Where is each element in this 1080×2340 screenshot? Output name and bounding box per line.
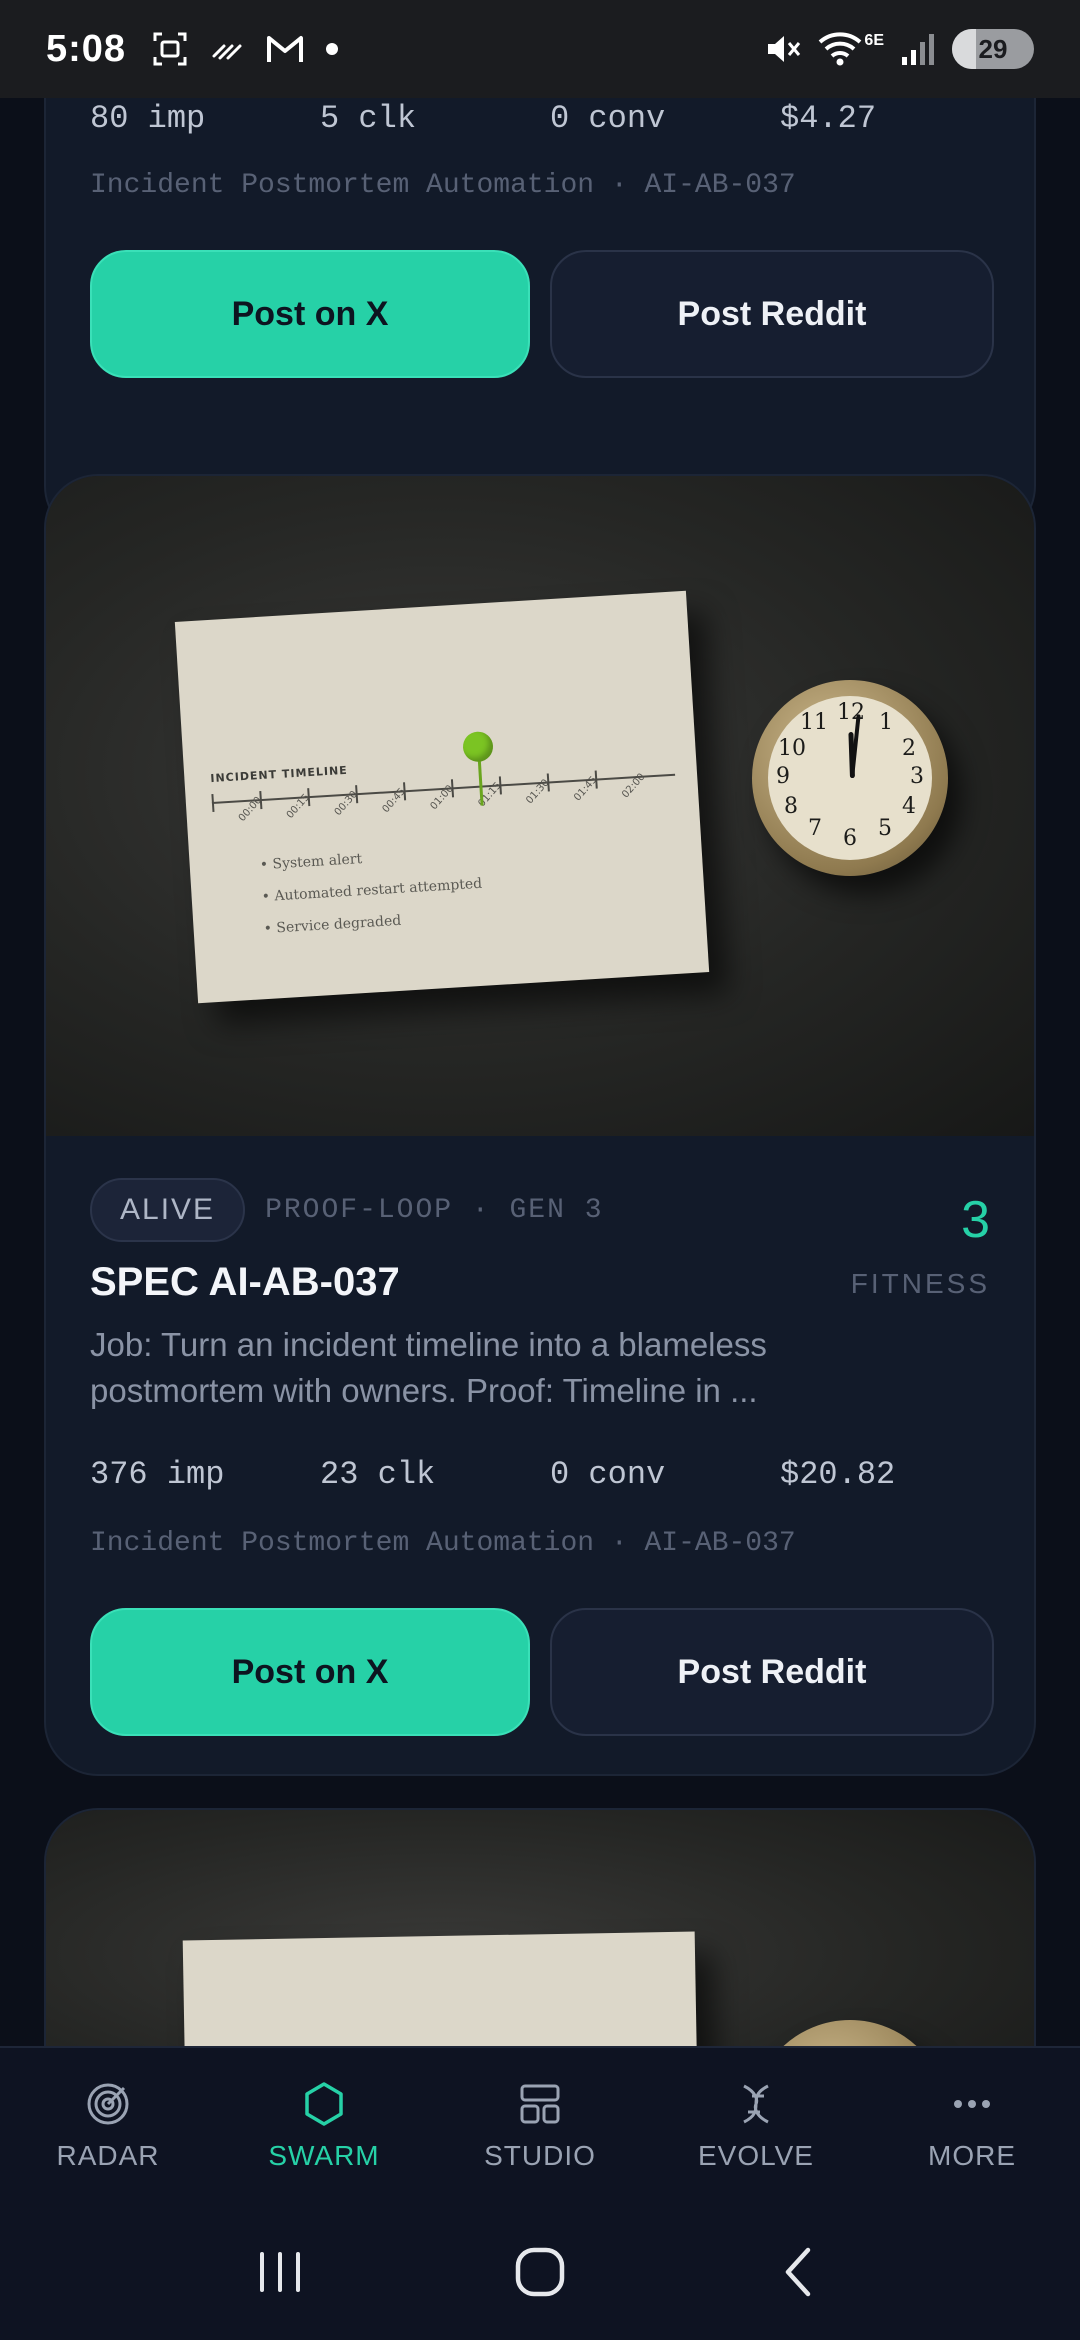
notification-dot <box>326 43 339 55</box>
description-line: Job: Turn an incident timeline into a bl… <box>90 1326 767 1363</box>
tick-label: 02:00 <box>620 771 648 801</box>
fitness-label: FITNESS <box>850 1268 990 1299</box>
impressions-stat: 376 imp <box>90 1456 225 1493</box>
clock-number: 6 <box>843 826 857 851</box>
bottom-nav: RADAR SWARM STUDIO EVOLVE MORE <box>0 2046 1080 2204</box>
status-time: 5:08 <box>46 27 127 70</box>
nav-swarm[interactable]: SWARM <box>216 2048 432 2204</box>
clock-number: 8 <box>784 794 798 819</box>
wifi-icon <box>819 32 862 66</box>
clock-number: 7 <box>808 816 822 841</box>
clock-face: 12 1 2 3 4 5 6 7 8 9 10 11 <box>768 696 932 860</box>
card-title: SPEC AI-AB-037 <box>90 1260 400 1304</box>
clicks-stat: 5 clk <box>320 100 417 137</box>
card-meta: PROOF-LOOP · GEN 3 <box>265 1194 604 1226</box>
gmail-icon <box>267 36 304 62</box>
post-reddit-button[interactable]: Post Reddit <box>550 1608 994 1736</box>
fitness-value: 3 <box>961 1191 990 1249</box>
incident-timeline-paper <box>182 1931 702 2046</box>
impressions-stat: 80 imp <box>90 100 206 137</box>
clock-number: 3 <box>910 764 924 789</box>
mute-icon <box>768 36 801 62</box>
battery-fill <box>952 29 976 69</box>
card-stats: 80 imp 5 clk 0 conv $4.27 <box>90 100 1010 137</box>
hexagon-icon <box>305 2082 343 2126</box>
spec-card <box>44 1808 1036 2046</box>
clock-number: 9 <box>776 764 790 789</box>
clock-number: 11 <box>800 710 828 735</box>
screenshot-icon <box>153 32 187 66</box>
post-on-x-button[interactable]: Post on X <box>90 1608 530 1736</box>
dna-icon <box>743 2084 769 2124</box>
clicks-stat: 23 clk <box>320 1456 436 1493</box>
clock-number: 2 <box>902 736 916 761</box>
nav-evolve[interactable]: EVOLVE <box>648 2048 864 2204</box>
layout-icon <box>520 2084 560 2124</box>
nav-label: RADAR <box>56 2140 160 2171</box>
spend-stat: $20.82 <box>780 1456 896 1493</box>
nav-radar[interactable]: RADAR <box>0 2048 216 2204</box>
nav-label: EVOLVE <box>698 2140 814 2171</box>
cell-signal-icon <box>902 34 934 65</box>
conversions-stat: 0 conv <box>550 100 666 137</box>
timeline-notes: • System alert • Automated restart attem… <box>259 836 485 945</box>
nav-studio[interactable]: STUDIO <box>432 2048 648 2204</box>
home-icon[interactable] <box>510 2242 570 2302</box>
spec-card: INCIDENT TIMELINE 00:00 00:15 00:30 00:4… <box>44 474 1036 1776</box>
more-icon <box>954 2100 990 2108</box>
clock-number: 4 <box>902 794 916 819</box>
wall-clock <box>752 2020 948 2046</box>
recents-icon[interactable] <box>250 2242 310 2302</box>
nav-more[interactable]: MORE <box>864 2048 1080 2204</box>
post-on-x-button[interactable]: Post on X <box>90 250 530 378</box>
battery-indicator: 29 <box>952 29 1034 69</box>
network-type-label: 6E <box>864 32 884 49</box>
card-stats: 376 imp 23 clk 0 conv $20.82 <box>90 1456 1010 1493</box>
system-nav <box>0 2204 1080 2340</box>
clock-number: 10 <box>778 736 806 761</box>
incident-timeline-paper: INCIDENT TIMELINE 00:00 00:15 00:30 00:4… <box>174 590 710 1004</box>
post-reddit-button[interactable]: Post Reddit <box>550 250 994 378</box>
clock-number: 5 <box>878 816 892 841</box>
clock-number: 1 <box>879 710 893 735</box>
status-badge: ALIVE <box>90 1178 246 1242</box>
status-bar: 5:08 6E 29 <box>0 0 1080 98</box>
nav-label: STUDIO <box>484 2140 596 2171</box>
description-line: postmortem with owners. Proof: Timeline … <box>90 1372 758 1409</box>
signal-off-icon <box>212 44 242 60</box>
card-subtitle: Incident Postmortem Automation · AI-AB-0… <box>90 170 796 201</box>
green-pin-icon <box>462 730 494 763</box>
card-image[interactable] <box>46 1810 1034 2046</box>
radar-icon <box>87 2083 129 2125</box>
swarm-feed[interactable]: 80 imp 5 clk 0 conv $4.27 Incident Postm… <box>0 98 1080 2046</box>
battery-percent: 29 <box>978 33 1008 64</box>
paper-title: INCIDENT TIMELINE <box>210 763 349 786</box>
spend-stat: $4.27 <box>780 100 877 137</box>
back-icon[interactable] <box>770 2242 830 2302</box>
conversions-stat: 0 conv <box>550 1456 666 1493</box>
card-description: Job: Turn an incident timeline into a bl… <box>90 1322 870 1414</box>
card-subtitle: Incident Postmortem Automation · AI-AB-0… <box>90 1528 796 1559</box>
wall-clock: 12 1 2 3 4 5 6 7 8 9 10 11 <box>752 680 948 876</box>
card-image[interactable]: INCIDENT TIMELINE 00:00 00:15 00:30 00:4… <box>46 476 1034 1136</box>
nav-label: MORE <box>928 2140 1016 2171</box>
nav-label: SWARM <box>268 2140 380 2171</box>
